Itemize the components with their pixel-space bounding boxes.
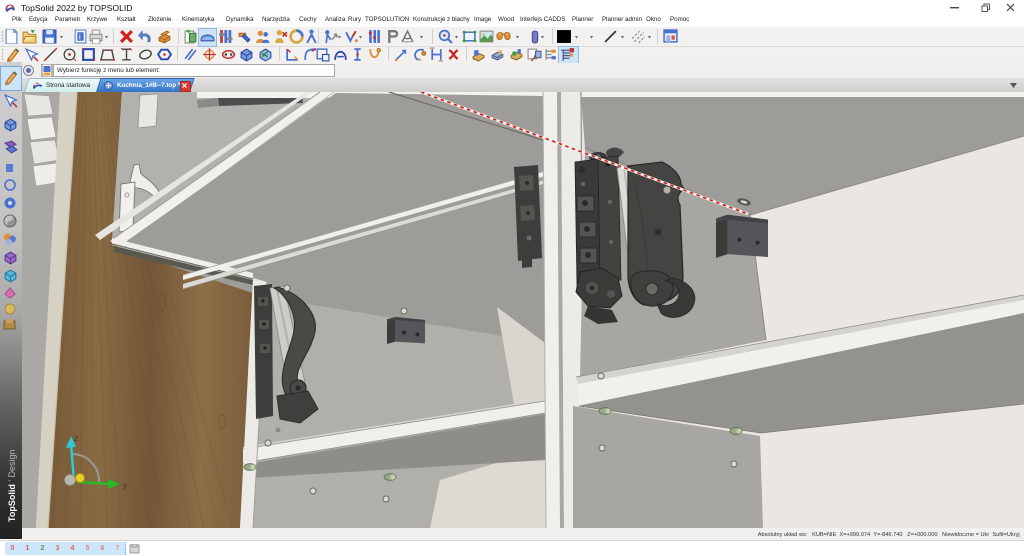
svg-text:i: i	[79, 32, 81, 42]
svg-text:y: y	[123, 481, 127, 490]
svg-text:z: z	[74, 434, 78, 443]
svg-text:TopSolid ' Design: TopSolid ' Design	[7, 449, 17, 522]
